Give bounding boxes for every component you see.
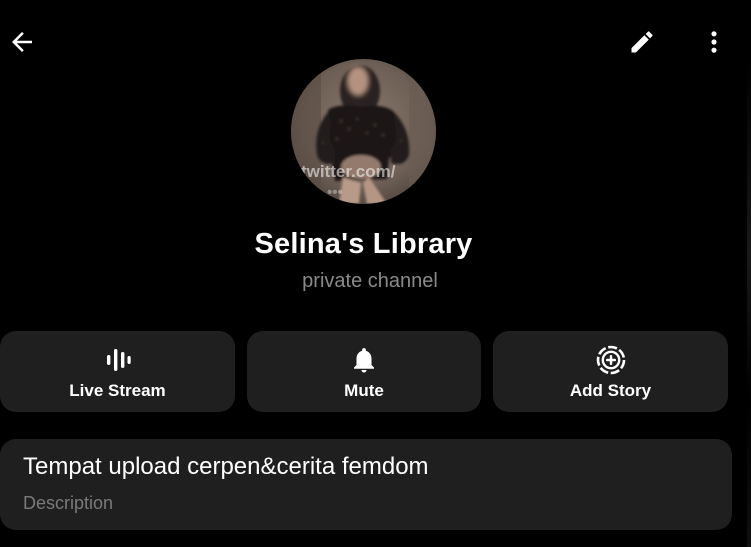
back-button[interactable] [2,22,42,62]
add-story-icon [596,345,625,374]
edit-button[interactable] [622,22,662,62]
bell-icon [354,347,374,372]
description-text: Tempat upload cerpen&cerita femdom [23,453,429,480]
svg-text:•••: ••• [327,184,343,201]
live-stream-icon [106,348,131,371]
channel-avatar[interactable]: twitter.com/ ••• [291,59,436,204]
description-card[interactable]: Tempat upload cerpen&cerita femdom Descr… [0,439,732,530]
avatar-watermark-text: twitter.com/ [301,162,396,181]
live-stream-label: Live Stream [69,380,166,400]
more-options-button[interactable] [694,22,734,62]
action-row: Live Stream Mute Add Story [0,331,751,412]
channel-subtitle: private channel [302,270,438,292]
arrow-left-icon [12,32,32,52]
mute-label: Mute [344,380,384,400]
mute-button[interactable]: Mute [247,331,481,412]
add-story-button[interactable]: Add Story [493,331,728,412]
add-story-label: Add Story [569,380,652,400]
more-vertical-icon [711,31,717,53]
pencil-icon [631,31,653,53]
avatar-image: twitter.com/ ••• [291,59,436,204]
description-label: Description [23,493,114,513]
channel-title: Selina's Library [254,228,473,260]
live-stream-button[interactable]: Live Stream [0,331,235,412]
background-edge [747,60,751,547]
